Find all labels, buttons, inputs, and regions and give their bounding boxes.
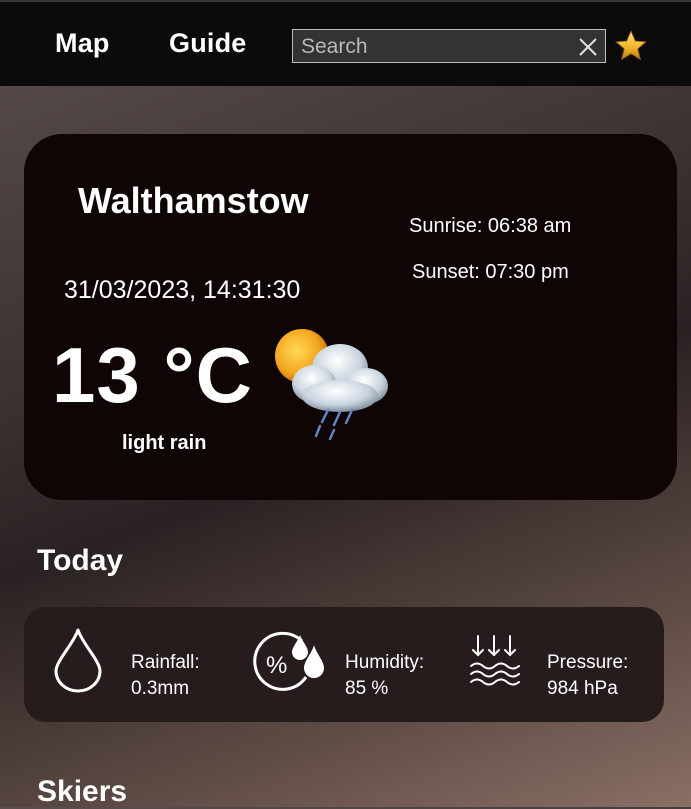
water-drop-icon [54,628,102,693]
pressure-value: 984 hPa [547,678,618,699]
close-icon[interactable] [577,36,599,58]
temperature: 13 °C [52,331,253,419]
rainfall-value: 0.3mm [131,678,190,699]
pressure-icon [470,635,520,686]
sun-cloud-rain-icon [275,329,388,441]
svg-text:%: % [266,652,287,679]
search-box [292,29,606,63]
humidity-label: Humidity: [345,652,425,673]
top-navigation-bar: Map Guide [0,0,691,86]
skiers-heading: Skiers [37,775,128,808]
pressure-label: Pressure: [547,652,629,673]
rainfall-label: Rainfall: [131,652,200,673]
humidity-value: 85 % [345,678,389,699]
weather-description: light rain [122,432,207,454]
current-weather-card: Walthamstow 31/03/2023, 14:31:30 13 °C l… [24,134,677,500]
star-icon[interactable] [614,29,648,63]
today-heading: Today [37,544,124,577]
nav-link-map[interactable]: Map [55,28,110,59]
search-input[interactable] [299,32,573,62]
nav-link-guide[interactable]: Guide [169,28,247,59]
humidity-icon: % [253,631,324,691]
sunrise-time: Sunrise: 06:38 am [409,215,572,237]
date-time: 31/03/2023, 14:31:30 [64,276,301,304]
sunset-time: Sunset: 07:30 pm [412,261,569,283]
today-stats-card: Rainfall: 0.3mm % Humidity: 85 % Pressur… [24,607,664,722]
city-name: Walthamstow [78,180,309,221]
